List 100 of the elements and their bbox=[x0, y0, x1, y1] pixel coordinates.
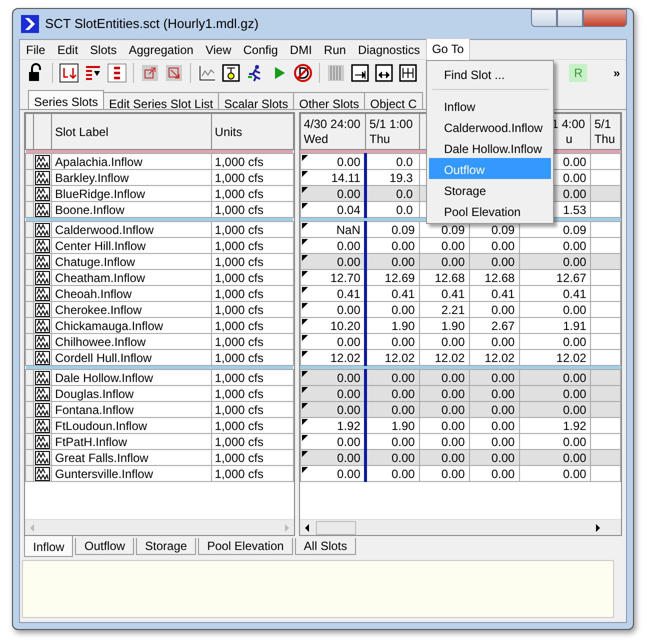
menu-item[interactable]: Aggregation bbox=[122, 38, 200, 60]
series-icon bbox=[34, 466, 50, 481]
list-icon[interactable] bbox=[83, 63, 103, 83]
slot-label[interactable]: Chickamauga.Inflow bbox=[51, 318, 212, 334]
value-cell: 12.68 bbox=[434, 270, 465, 284]
menu-item[interactable]: View bbox=[199, 38, 238, 60]
tab[interactable]: Other Slots bbox=[293, 92, 366, 109]
corner-mark bbox=[302, 255, 308, 261]
value-cell: 0.00 bbox=[491, 238, 515, 252]
export-icon[interactable] bbox=[140, 63, 160, 83]
slot-label[interactable]: Douglas.Inflow bbox=[51, 386, 212, 402]
menu-item[interactable]: Run bbox=[318, 38, 352, 60]
menu-item[interactable]: Diagnostics bbox=[352, 38, 426, 60]
maximize-button[interactable] bbox=[557, 9, 583, 27]
slot-label[interactable]: Great Falls.Inflow bbox=[51, 450, 212, 466]
menu-item[interactable]: Edit bbox=[51, 38, 84, 60]
slot-label[interactable]: Cheatham.Inflow bbox=[51, 270, 212, 286]
slot-label[interactable]: Fontana.Inflow bbox=[51, 402, 212, 418]
menu-item[interactable]: Config bbox=[237, 38, 284, 60]
slot-label[interactable]: Apalachia.Inflow bbox=[51, 154, 212, 170]
units-cell: 1,000 cfs bbox=[211, 302, 294, 318]
slot-label[interactable]: BlueRidge.Inflow bbox=[51, 186, 212, 202]
value-cell: NaN bbox=[336, 222, 360, 236]
value-cell: 0.00 bbox=[391, 450, 415, 464]
value-cell: 0.00 bbox=[391, 434, 415, 448]
column-header: 4/30 24:00 Wed bbox=[300, 114, 366, 150]
value-cell: 12.02 bbox=[330, 350, 360, 364]
overflow-button[interactable]: » bbox=[613, 64, 620, 82]
value-cell: 0.00 bbox=[562, 334, 586, 348]
value-cell: 0.09 bbox=[562, 222, 586, 236]
value-cell: 14.11 bbox=[331, 170, 360, 184]
slot-label[interactable]: Cheoah.Inflow bbox=[51, 286, 212, 302]
value-cell: 0.00 bbox=[441, 370, 465, 384]
value-cell: 0.09 bbox=[391, 222, 415, 236]
slot-label[interactable]: Guntersville.Inflow bbox=[51, 466, 212, 482]
column-header: Units bbox=[211, 114, 294, 150]
stop-icon[interactable] bbox=[293, 63, 313, 83]
value-cell: 1.53 bbox=[562, 202, 586, 216]
value-cell: 0.00 bbox=[562, 302, 586, 316]
slot-label[interactable]: FtLoudoun.Inflow bbox=[51, 418, 212, 434]
tab[interactable]: Object C bbox=[364, 92, 423, 109]
tab[interactable]: Outflow bbox=[75, 538, 134, 555]
value-cell: 0.00 bbox=[441, 238, 465, 252]
fit-right-icon[interactable] bbox=[350, 63, 370, 83]
corner-mark bbox=[302, 351, 308, 357]
swap-icon[interactable] bbox=[59, 63, 79, 83]
units-cell: 1,000 cfs bbox=[211, 466, 294, 482]
scrollbar[interactable] bbox=[300, 519, 621, 535]
value-cell: 0.00 bbox=[562, 170, 586, 184]
corner-mark bbox=[302, 271, 308, 277]
series-icon bbox=[34, 286, 50, 301]
slot-label[interactable]: Center Hill.Inflow bbox=[51, 238, 212, 254]
tab[interactable]: Scalar Slots bbox=[218, 92, 294, 109]
value-cell: 0.00 bbox=[337, 370, 360, 384]
value-cell: 2.21 bbox=[441, 302, 465, 316]
value-cell: 0.00 bbox=[491, 386, 515, 400]
menu-item[interactable]: DMI bbox=[284, 38, 318, 60]
slot-label[interactable]: FtPatH.Inflow bbox=[51, 434, 212, 450]
minimize-button[interactable] bbox=[531, 9, 557, 27]
value-cell: 0.00 bbox=[562, 254, 586, 268]
value-cell: 1.91 bbox=[562, 318, 586, 332]
value-cell: 0.00 bbox=[391, 334, 415, 348]
tab[interactable]: Series Slots bbox=[28, 90, 104, 109]
value-cell: 0.00 bbox=[337, 186, 360, 200]
tab[interactable]: Inflow bbox=[24, 536, 74, 557]
units-cell: 1,000 cfs bbox=[211, 154, 294, 170]
menu-option[interactable]: Pool Elevation bbox=[428, 200, 551, 221]
value-cell: 0.00 bbox=[337, 334, 360, 348]
plot-icon[interactable] bbox=[197, 63, 217, 83]
fit-width-icon[interactable] bbox=[374, 63, 394, 83]
slot-label[interactable]: Calderwood.Inflow bbox=[51, 222, 212, 238]
value-cell: 0.00 bbox=[441, 450, 465, 464]
fit-all-icon[interactable] bbox=[398, 63, 418, 83]
menu-option[interactable]: Storage bbox=[428, 179, 551, 200]
value-cell: 0.00 bbox=[441, 434, 465, 448]
menu-item[interactable]: Slots bbox=[84, 38, 123, 60]
slot-label[interactable]: Barkley.Inflow bbox=[51, 170, 212, 186]
value-cell: 12.68 bbox=[484, 270, 515, 284]
value-cell: 2.67 bbox=[491, 318, 515, 332]
value-cell: 0.00 bbox=[562, 186, 586, 200]
rows-icon[interactable] bbox=[107, 63, 127, 83]
window-title: SCT SlotEntities.sct (Hourly1.mdl.gz) bbox=[45, 15, 259, 34]
import-icon[interactable] bbox=[164, 63, 184, 83]
menu-item[interactable]: File bbox=[20, 38, 52, 60]
slot-label[interactable]: Chatuge.Inflow bbox=[51, 254, 212, 270]
tab[interactable]: Storage bbox=[136, 538, 196, 555]
menu-option[interactable]: Inflow bbox=[428, 95, 551, 116]
units-cell: 1,000 cfs bbox=[211, 386, 294, 402]
series-icon bbox=[34, 334, 50, 349]
tab[interactable]: All Slots bbox=[294, 538, 356, 555]
weight-icon[interactable] bbox=[221, 63, 241, 83]
slot-label[interactable]: Cherokee.Inflow bbox=[51, 302, 212, 318]
menu-option[interactable]: Find Slot ... bbox=[428, 63, 551, 84]
slot-label[interactable]: Dale Hollow.Inflow bbox=[51, 370, 212, 386]
slot-label[interactable]: Chilhowee.Inflow bbox=[51, 334, 212, 350]
tab[interactable]: Edit Series Slot List bbox=[103, 92, 220, 109]
value-cell: 0.00 bbox=[491, 302, 515, 316]
tab[interactable]: Pool Elevation bbox=[198, 538, 293, 555]
value-cell: 0.41 bbox=[491, 286, 515, 300]
value-cell: 0.00 bbox=[441, 254, 465, 268]
